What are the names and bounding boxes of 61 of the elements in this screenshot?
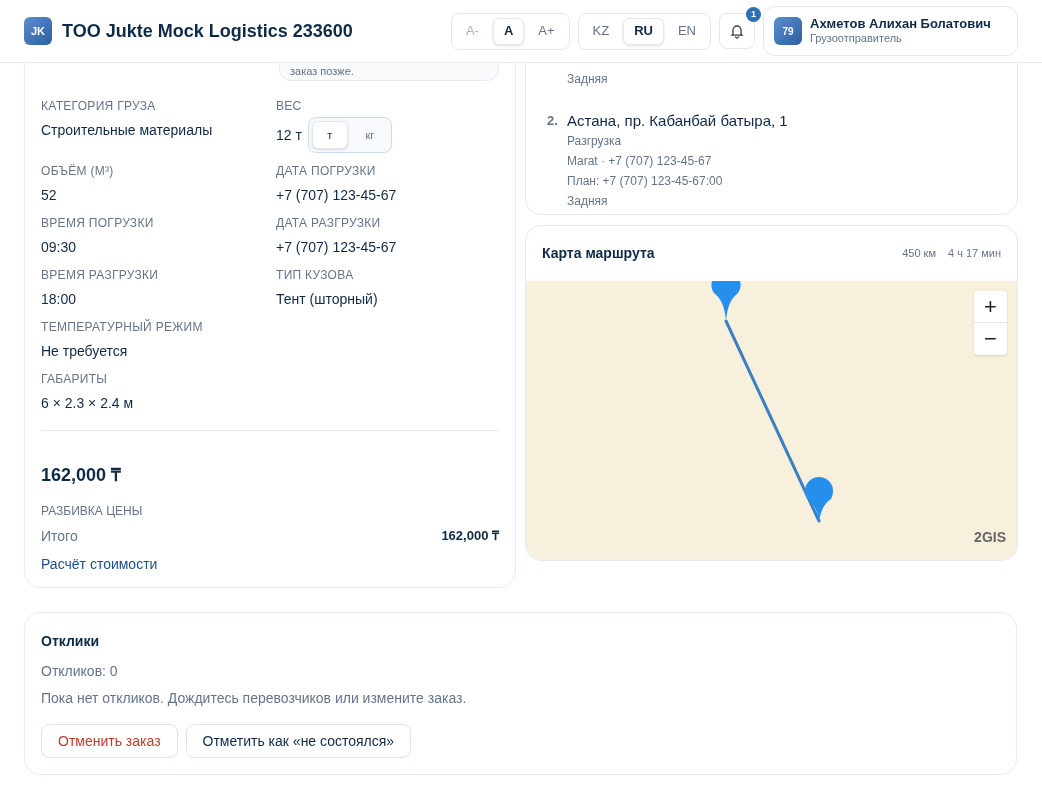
unit-option[interactable]: кг <box>351 121 388 149</box>
field-value: Строительные материалы <box>41 121 214 140</box>
price-calculation-link[interactable]: Расчёт стоимости <box>41 554 158 574</box>
bell-icon <box>729 23 745 39</box>
breakdown-title: РАЗБИВКА ЦЕНЫ <box>41 503 144 519</box>
field-label: КАТЕГОРИЯ ГРУЗА <box>41 98 157 114</box>
company-name: TOO Jukte Mock Logistics 233600 <box>62 19 353 43</box>
field-label: ГАБАРИТЫ <box>41 371 109 387</box>
zoom-in-button[interactable]: + <box>974 291 1007 323</box>
field-label: ДАТА ПОГРУЗКИ <box>276 163 377 179</box>
map-pin[interactable] <box>805 477 833 522</box>
stop-detail: Marat · +7 (707) 123-45-67 <box>567 153 713 170</box>
zoom-out-button[interactable]: − <box>974 323 1007 355</box>
map[interactable]: + − 2GIS <box>526 281 1017 560</box>
stop-detail: Задняя <box>567 71 608 88</box>
field-value: 12 т <box>276 125 302 145</box>
field-value: +7 (707) 123-45-67 <box>276 238 398 257</box>
mark-failed-button[interactable]: Отметить как «не состоялся» <box>185 724 412 758</box>
user-name: Ахметов Алихан Болатович <box>810 16 991 33</box>
stop-number: 2. <box>547 112 559 130</box>
empty-message: Пока нет откликов. Дождитесь перевозчиков или измените заказ. <box>41 689 468 708</box>
language-option[interactable]: RU <box>623 17 664 45</box>
notification-badge: 1 <box>746 7 761 22</box>
field-label: ВЕС <box>276 98 303 114</box>
field-value: 09:30 <box>41 238 78 257</box>
user-avatar: 79 <box>774 17 802 45</box>
field-value: 52 <box>41 186 58 205</box>
field-value: 6 × 2.3 × 2.4 м <box>41 394 135 413</box>
price-total: 162,000 ₸ <box>41 464 123 487</box>
breakdown-label: Итого <box>41 527 78 546</box>
font-size-option[interactable]: A+ <box>528 17 565 45</box>
route-duration: 4 ч 17 мин <box>947 246 1001 262</box>
unit-option[interactable]: т <box>311 121 348 149</box>
cancel-order-button[interactable]: Отменить заказ <box>41 724 178 758</box>
field-label: ОБЪЁМ (М³) <box>41 163 115 179</box>
responses-title: Отклики <box>41 632 101 651</box>
field-value: 18:00 <box>41 290 78 309</box>
note-text: заказ позже. <box>290 64 355 78</box>
stop-address: Астана, пр. Кабанбай батыра, 1 <box>567 111 788 131</box>
field-value: +7 (707) 123-45-67 <box>276 186 398 205</box>
language-option[interactable]: EN <box>667 17 706 45</box>
field-value: Тент (шторный) <box>276 290 379 309</box>
stop-detail: Задняя <box>567 193 609 210</box>
map-title: Карта маршрута <box>542 244 655 263</box>
language-option[interactable]: KZ <box>582 17 620 45</box>
stop-detail: План: +7 (707) 123-45-67:00 <box>567 173 724 190</box>
responses-count: Откликов: 0 <box>41 662 119 681</box>
user-role: Грузоотправитель <box>810 32 903 46</box>
route-distance: 450 км <box>902 246 936 262</box>
map-attribution: 2GIS <box>974 528 1006 547</box>
font-size-option[interactable]: A <box>492 17 525 45</box>
field-label: ВРЕМЯ РАЗГРУЗКИ <box>41 267 160 283</box>
user-card[interactable]: 79 Ахметов Алихан Болатович Грузоотправитель <box>763 6 1018 56</box>
stop-detail: Разгрузка <box>567 133 623 150</box>
field-label: ТИП КУЗОВА <box>276 267 355 283</box>
breakdown-value: 162,000 ₸ <box>441 527 499 545</box>
field-label: ДАТА РАЗГРУЗКИ <box>276 215 382 231</box>
field-label: ТЕМПЕРАТУРНЫЙ РЕЖИМ <box>41 319 204 335</box>
logo: JK <box>24 17 52 45</box>
field-value: Не требуется <box>41 342 129 361</box>
field-label: ВРЕМЯ ПОГРУЗКИ <box>41 215 155 231</box>
